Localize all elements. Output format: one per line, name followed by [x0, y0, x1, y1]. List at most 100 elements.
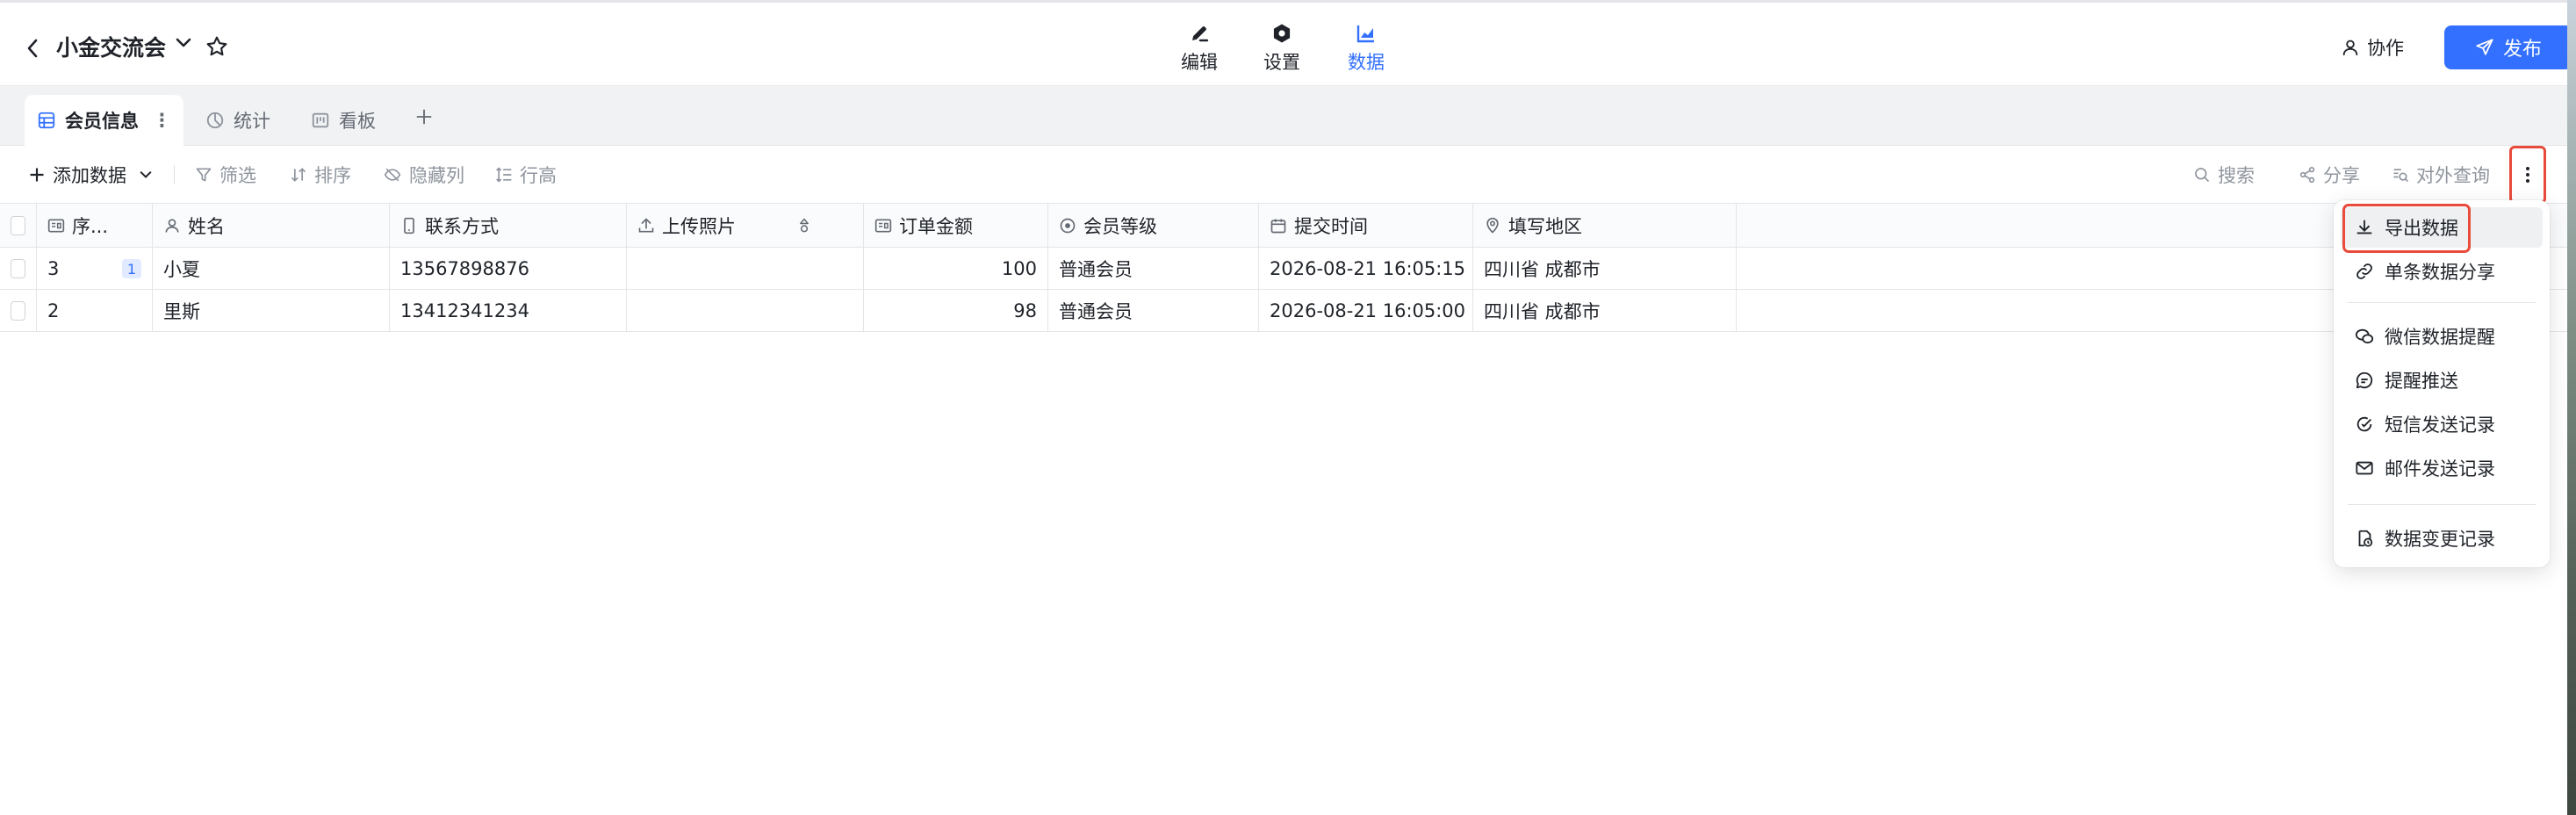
- filter-button[interactable]: 筛选: [195, 158, 256, 191]
- view-tab-member-info[interactable]: 会员信息 ⋮: [25, 95, 183, 146]
- row-select-cell[interactable]: [0, 248, 37, 289]
- column-header-label: 上传照片: [662, 215, 736, 237]
- menu-item-sms-log[interactable]: 短信发送记录: [2341, 404, 2543, 444]
- region-cell[interactable]: 四川省 成都市: [1473, 290, 1737, 331]
- select-all-cell[interactable]: [0, 204, 37, 247]
- eye-off-icon: [384, 168, 401, 182]
- menu-item-export-data[interactable]: 导出数据: [2341, 207, 2543, 248]
- pen-icon: [1189, 20, 1210, 47]
- phone-cell[interactable]: 13567898876: [390, 248, 627, 289]
- name-cell[interactable]: 里斯: [153, 290, 390, 331]
- person-icon: [165, 218, 179, 233]
- photo-cell[interactable]: [627, 290, 864, 331]
- sort-icon[interactable]: [795, 217, 813, 234]
- column-header[interactable]: 联系方式: [390, 204, 627, 247]
- download-icon: [2357, 220, 2372, 234]
- publish-label: 发布: [2502, 39, 2542, 61]
- tab-settings[interactable]: 设置: [1254, 20, 1310, 89]
- chevron-down-icon[interactable]: [176, 38, 191, 48]
- row-height-button[interactable]: 行高: [495, 158, 557, 191]
- photo-cell[interactable]: [627, 248, 864, 289]
- column-header[interactable]: 订单金额: [864, 204, 1048, 247]
- level-cell[interactable]: 普通会员: [1048, 290, 1259, 331]
- table-row[interactable]: 2 里斯 13412341234 98 普通会员 2026-08-21 16:0…: [0, 290, 2576, 332]
- column-header[interactable]: 姓名: [153, 204, 390, 247]
- collaborate-button[interactable]: 协作: [2341, 29, 2404, 66]
- menu-item-label: 提醒推送: [2385, 371, 2458, 392]
- share-button[interactable]: 分享: [2299, 158, 2360, 191]
- amount-cell[interactable]: 98: [864, 290, 1048, 331]
- row-checkbox[interactable]: [11, 258, 25, 278]
- row-comment-badge[interactable]: 1: [122, 259, 141, 278]
- menu-item-label: 导出数据: [2385, 218, 2458, 239]
- tab-edit-label: 编辑: [1181, 52, 1218, 73]
- tab-edit[interactable]: 编辑: [1171, 20, 1227, 89]
- menu-item-label: 单条数据分享: [2385, 262, 2495, 283]
- query-icon: [2393, 169, 2408, 183]
- phone-cell[interactable]: 13412341234: [390, 290, 627, 331]
- view-tab-kanban[interactable]: 看板: [299, 95, 388, 146]
- level-cell[interactable]: 普通会员: [1048, 248, 1259, 289]
- column-header[interactable]: 上传照片: [627, 204, 864, 247]
- row-select-cell[interactable]: [0, 290, 37, 331]
- menu-item-single-share[interactable]: 单条数据分享: [2341, 251, 2543, 292]
- menu-item-label: 短信发送记录: [2385, 415, 2495, 436]
- send-icon: [2476, 39, 2493, 55]
- more-vertical-icon[interactable]: ⋮: [153, 110, 171, 131]
- mail-icon: [2356, 461, 2373, 475]
- more-options-menu: 导出数据 单条数据分享 微信数据提醒 提醒推送 短信发送记录 邮件发送记录 数据…: [2334, 200, 2550, 567]
- share-label: 分享: [2323, 165, 2360, 186]
- column-header[interactable]: 序...: [37, 204, 153, 247]
- column-header[interactable]: 填写地区: [1473, 204, 1737, 247]
- sort-button[interactable]: 排序: [290, 158, 351, 191]
- view-tab-label: 统计: [234, 111, 270, 132]
- column-header-label: 提交时间: [1294, 215, 1368, 237]
- search-icon: [2195, 168, 2210, 183]
- time-cell[interactable]: 2026-08-21 16:05:15: [1259, 248, 1473, 289]
- menu-item-mail-log[interactable]: 邮件发送记录: [2341, 448, 2543, 488]
- amount-cell[interactable]: 100: [864, 248, 1048, 289]
- hide-columns-button[interactable]: 隐藏列: [383, 158, 464, 191]
- upload-icon: [638, 217, 654, 232]
- tab-data[interactable]: 数据: [1338, 20, 1394, 89]
- menu-item-wechat-reminder[interactable]: 微信数据提醒: [2341, 316, 2543, 357]
- view-tab-stats[interactable]: 统计: [193, 95, 283, 146]
- add-view-button[interactable]: [411, 104, 437, 130]
- app-title[interactable]: 小金交流会: [56, 31, 166, 66]
- chevron-left-icon: [27, 39, 38, 58]
- settings-icon: [1271, 20, 1292, 47]
- publish-button[interactable]: 发布: [2444, 25, 2572, 69]
- id-card-icon: [47, 219, 65, 232]
- row-checkbox[interactable]: [11, 300, 25, 321]
- wechat-icon: [2355, 328, 2374, 344]
- row-height-icon: [496, 167, 512, 183]
- region-cell[interactable]: 四川省 成都市: [1473, 248, 1737, 289]
- menu-item-label: 微信数据提醒: [2385, 327, 2495, 348]
- time-cell[interactable]: 2026-08-21 16:05:00: [1259, 290, 1473, 331]
- add-data-label: 添加数据: [53, 165, 126, 186]
- menu-item-change-log[interactable]: 数据变更记录: [2341, 518, 2543, 559]
- more-vertical-icon: [2526, 167, 2529, 183]
- column-header[interactable]: 提交时间: [1259, 204, 1473, 247]
- link-icon: [2357, 263, 2372, 279]
- select-all-checkbox[interactable]: [11, 215, 25, 235]
- location-icon: [1486, 217, 1499, 234]
- collaborate-label: 协作: [2367, 38, 2404, 59]
- add-data-button[interactable]: 添加数据: [28, 158, 153, 191]
- filter-label: 筛选: [219, 165, 256, 186]
- seq-cell[interactable]: 2: [37, 290, 153, 331]
- name-cell[interactable]: 小夏: [153, 248, 390, 289]
- row-height-label: 行高: [520, 165, 557, 186]
- table-row[interactable]: 3 1 小夏 13567898876 100 普通会员 2026-08-21 1…: [0, 248, 2576, 290]
- toolbar: 添加数据 筛选 排序 隐藏列 行高 搜索 分享 对外查询: [0, 146, 2576, 204]
- seq-cell[interactable]: 3 1: [37, 248, 153, 289]
- more-options-button[interactable]: [2509, 146, 2546, 204]
- column-header[interactable]: 会员等级: [1048, 204, 1259, 247]
- menu-item-reminder-push[interactable]: 提醒推送: [2341, 360, 2543, 400]
- history-icon: [2358, 530, 2373, 547]
- sort-label: 排序: [314, 165, 351, 186]
- back-button[interactable]: [19, 32, 46, 64]
- public-query-button[interactable]: 对外查询: [2392, 158, 2490, 191]
- star-icon[interactable]: [205, 35, 228, 58]
- search-button[interactable]: 搜索: [2193, 158, 2255, 191]
